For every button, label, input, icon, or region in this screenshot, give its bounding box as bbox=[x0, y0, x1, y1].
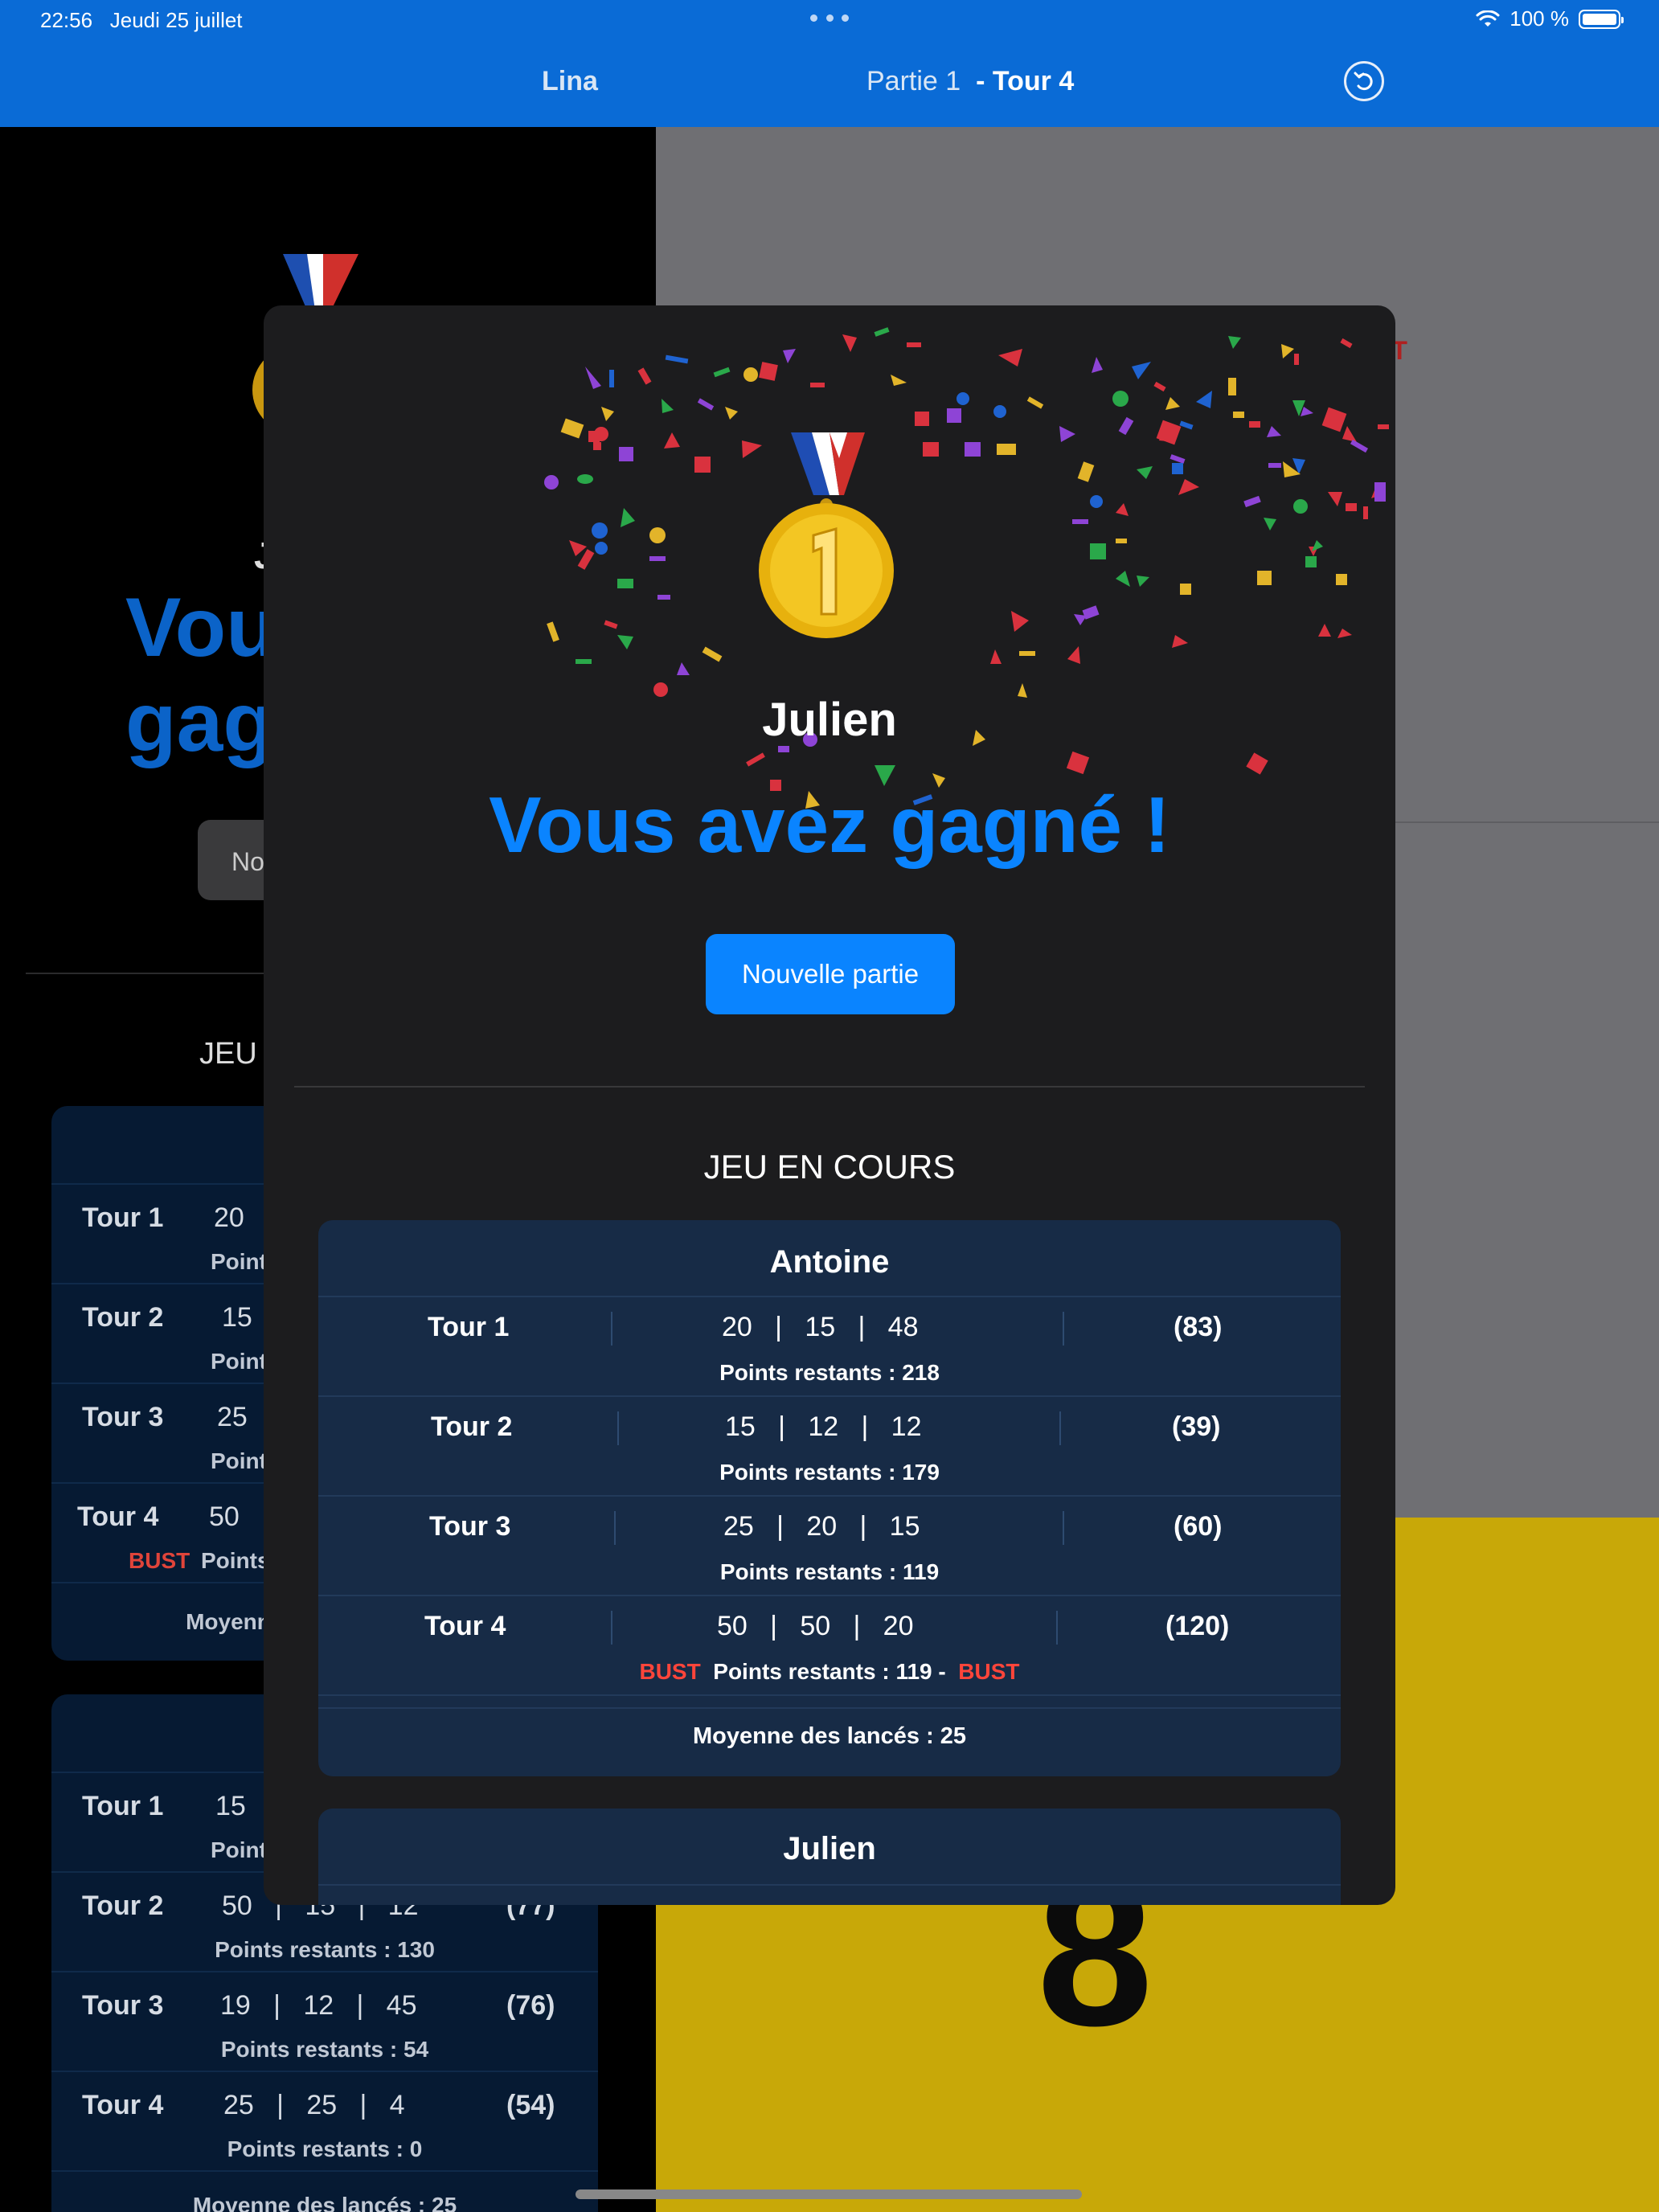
table-row: Tour 1 20 | 15 | 48 (83) Points restants… bbox=[318, 1296, 1341, 1395]
round-label: Tour 4 bbox=[424, 1611, 506, 1641]
round-throws: 50 | 50 | 20 bbox=[717, 1611, 914, 1641]
home-indicator[interactable] bbox=[576, 2189, 1082, 2199]
navigation-bar: 22:56 Jeudi 25 juillet 100 % Lina Partie… bbox=[0, 0, 1659, 127]
battery-percentage: 100 % bbox=[1509, 6, 1569, 31]
round-label: Tour 1 bbox=[428, 1312, 510, 1342]
round-total: (83) bbox=[1174, 1312, 1223, 1342]
round-throws: 25 | 20 | 15 bbox=[723, 1511, 920, 1542]
winner-modal: Julien Vous avez gagné ! Nouvelle partie… bbox=[264, 305, 1395, 1905]
multitasking-dots-icon[interactable] bbox=[810, 14, 849, 23]
player-name: Julien bbox=[783, 1831, 876, 1866]
average-throws: Moyenne des lancés : 25 bbox=[692, 1723, 967, 1749]
table-row: Tour 2 15 | 12 | 12 (39) Points restants… bbox=[318, 1395, 1341, 1495]
player-name: Antoine bbox=[769, 1244, 890, 1280]
table-row: Tour 4 25 | 25 | 4 (54) Points restants … bbox=[51, 2071, 598, 2170]
remaining-points: Points restants : 218 bbox=[719, 1360, 940, 1385]
new-game-button[interactable]: Nouvelle partie bbox=[706, 934, 955, 1014]
round-total: (120) bbox=[1165, 1611, 1230, 1641]
sidebar-title: Lina bbox=[542, 66, 598, 96]
remaining-points: Points restants : 179 bbox=[719, 1460, 940, 1485]
battery-icon bbox=[1579, 9, 1624, 29]
table-row: Tour 3 19 | 12 | 45 (76) Points restants… bbox=[51, 1971, 598, 2071]
round-label: Tour 2 bbox=[431, 1411, 513, 1442]
round-throws: 15 | 12 | 12 bbox=[725, 1411, 922, 1442]
winner-name: Julien bbox=[762, 694, 897, 746]
table-row: Tour 4 50 | 50 | 20 (120) BUST Points re… bbox=[318, 1595, 1341, 1694]
win-title: Vous avez gagné ! bbox=[489, 780, 1170, 869]
gold-medal-icon bbox=[759, 432, 894, 638]
background-section-title: JEU bbox=[199, 1037, 257, 1071]
table-row: Tour 3 25 | 20 | 15 (60) Points restants… bbox=[318, 1495, 1341, 1595]
background-win-title: Vou gag bbox=[125, 581, 277, 769]
round-label: Tour 3 bbox=[429, 1511, 511, 1542]
round-total: (39) bbox=[1172, 1411, 1221, 1442]
wifi-icon bbox=[1476, 10, 1500, 27]
modal-divider bbox=[294, 1086, 1365, 1088]
section-title: JEU EN COURS bbox=[703, 1148, 956, 1186]
status-indicators: 100 % bbox=[1476, 6, 1624, 31]
page-title: Partie 1 - Tour 4 bbox=[866, 66, 1075, 96]
player-card-julien: Julien bbox=[318, 1809, 1341, 1905]
remaining-points: Points restants : 119 bbox=[719, 1559, 940, 1584]
player-card-antoine: Antoine Tour 1 20 | 15 | 48 (83) Points … bbox=[318, 1220, 1341, 1776]
status-time: 22:56 Jeudi 25 juillet bbox=[40, 8, 243, 32]
undo-arrow-icon bbox=[1354, 72, 1373, 90]
bust-badge: BUST bbox=[639, 1659, 701, 1684]
bust-badge: BUST bbox=[958, 1659, 1020, 1684]
remaining-points: BUST Points restants : 119 - BUST bbox=[639, 1659, 1020, 1684]
undo-button[interactable] bbox=[1344, 61, 1384, 101]
background-medal-ribbon-icon bbox=[283, 254, 358, 310]
round-throws: 20 | 15 | 48 bbox=[722, 1312, 919, 1342]
round-total: (60) bbox=[1174, 1511, 1223, 1542]
